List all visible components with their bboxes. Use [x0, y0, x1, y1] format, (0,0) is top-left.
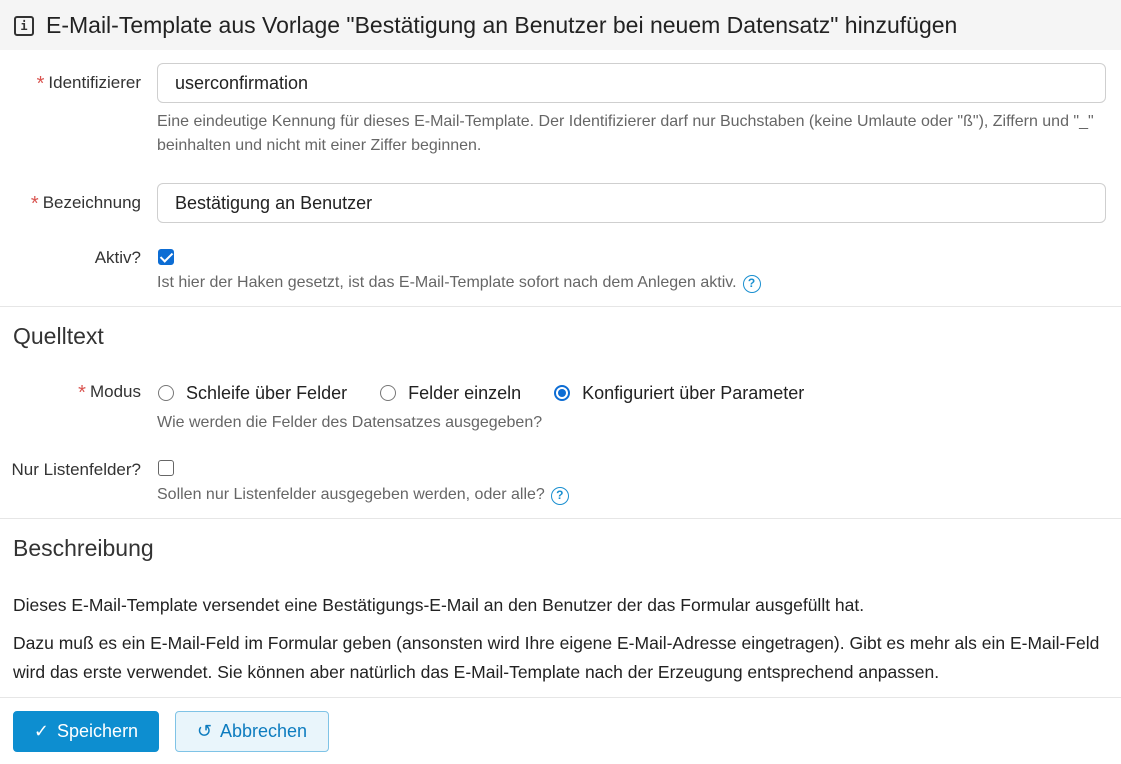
cancel-button-label: Abbrechen	[220, 721, 308, 741]
section-title-source: Quelltext	[13, 323, 104, 349]
mode-help: Wie werden die Felder des Datensatzes au…	[157, 414, 543, 431]
identifier-label: * Identifizierer	[37, 73, 141, 96]
required-marker: *	[30, 193, 39, 215]
name-label-text: Bezeichnung	[42, 193, 141, 212]
undo-icon: ↺	[196, 721, 212, 741]
mode-label-text: Modus	[89, 382, 141, 401]
identifier-help: Eine eindeutige Kennung für dieses E-Mai…	[157, 113, 1094, 154]
mode-option-single[interactable]: Felder einzeln	[380, 383, 521, 404]
radio-label: Konfiguriert über Parameter	[582, 382, 805, 403]
radio-button[interactable]	[380, 385, 397, 401]
question-circle-icon[interactable]: ?	[742, 275, 761, 293]
divider	[0, 697, 1121, 698]
active-help: Ist hier der Haken gesetzt, ist das E-Ma…	[157, 271, 761, 295]
identifier-input[interactable]	[157, 63, 1106, 103]
section-title-description: Beschreibung	[13, 535, 154, 561]
divider	[0, 306, 1121, 307]
radio-button-selected[interactable]	[554, 385, 571, 401]
page: i E-Mail-Template aus Vorlage "Bestätigu…	[0, 0, 1121, 764]
question-circle-icon[interactable]: ?	[550, 487, 569, 505]
page-header: i E-Mail-Template aus Vorlage "Bestätigu…	[0, 0, 1121, 50]
identifier-label-text: Identifizierer	[48, 73, 141, 92]
list-only-label: Nur Listenfelder?	[11, 460, 141, 479]
cancel-button[interactable]: ↺ Abbrechen	[175, 711, 329, 752]
radio-button[interactable]	[158, 385, 174, 401]
active-label: Aktiv?	[94, 248, 141, 267]
active-checkbox[interactable]	[158, 249, 174, 265]
required-marker: *	[36, 73, 45, 95]
name-input[interactable]	[157, 183, 1106, 223]
radio-label: Felder einzeln	[408, 382, 522, 403]
list-only-help: Sollen nur Listenfelder ausgegeben werde…	[157, 483, 569, 507]
name-label: * Bezeichnung	[31, 193, 141, 216]
mode-label: * Modus	[78, 382, 141, 405]
save-button[interactable]: ✓ Speichern	[13, 711, 159, 752]
description-paragraph-1: Dieses E-Mail-Template versendet eine Be…	[13, 595, 865, 615]
description-paragraph-2: Dazu muß es ein E-Mail-Feld im Formular …	[13, 633, 1100, 682]
mode-radio-group: Schleife über Felder Felder einzeln Konf…	[158, 380, 837, 406]
page-title: E-Mail-Template aus Vorlage "Bestätigung…	[46, 12, 958, 38]
list-only-checkbox[interactable]	[158, 460, 174, 476]
save-button-label: Speichern	[57, 721, 139, 741]
divider	[0, 518, 1121, 519]
info-icon: i	[14, 16, 34, 36]
list-only-help-text: Sollen nur Listenfelder ausgegeben werde…	[157, 486, 545, 503]
check-icon: ✓	[33, 721, 50, 741]
radio-label: Schleife über Felder	[186, 382, 348, 403]
required-marker: *	[78, 382, 86, 404]
mode-option-loop[interactable]: Schleife über Felder	[158, 383, 347, 404]
active-help-text: Ist hier der Haken gesetzt, ist das E-Ma…	[157, 274, 737, 291]
mode-option-parameter[interactable]: Konfiguriert über Parameter	[554, 383, 804, 404]
